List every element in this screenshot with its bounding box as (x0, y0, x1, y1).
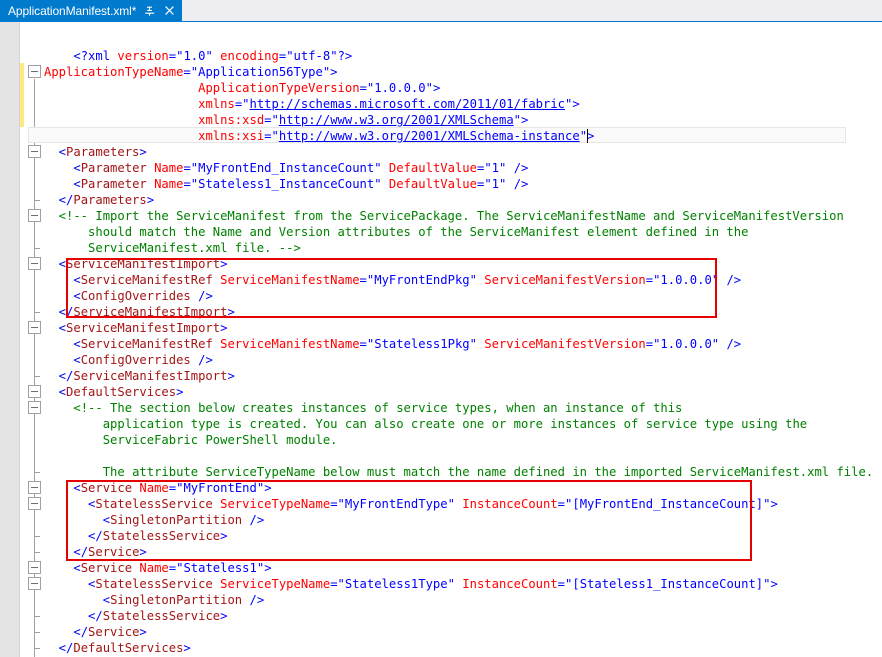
pin-icon[interactable] (143, 4, 156, 17)
fold-collapse-icon[interactable] (28, 65, 41, 78)
code-line: <ServiceManifestImport> (59, 320, 228, 336)
fold-region-end-tick (34, 376, 40, 377)
close-icon[interactable] (163, 4, 176, 17)
code-line: </StatelessService> (88, 528, 227, 544)
code-line: <ServiceManifestRef ServiceManifestName=… (73, 336, 741, 352)
code-surface[interactable]: <?xml version="1.0" encoding="utf-8"?>Ap… (44, 22, 882, 657)
fold-collapse-icon[interactable] (28, 385, 41, 398)
code-line: <StatelessService ServiceTypeName="MyFro… (88, 496, 778, 512)
code-line: xmlns="http://schemas.microsoft.com/2011… (198, 96, 580, 112)
fold-region-line (34, 159, 35, 200)
fold-collapse-icon[interactable] (28, 209, 41, 222)
fold-collapse-icon[interactable] (28, 497, 41, 510)
code-line: </DefaultServices> (59, 640, 191, 656)
fold-region-line (34, 415, 35, 472)
code-line: ApplicationTypeVersion="1.0.0.0"> (198, 80, 440, 96)
fold-region-end-tick (34, 536, 40, 537)
code-line: <DefaultServices> (59, 384, 184, 400)
outlining-margin[interactable] (26, 22, 44, 657)
text-caret (587, 129, 588, 143)
code-line: <SingletonPartition /> (103, 512, 264, 528)
code-line: application type is created. You can als… (103, 416, 807, 432)
code-line: <!-- Import the ServiceManifest from the… (59, 208, 844, 224)
code-line: should match the Name and Version attrib… (88, 224, 748, 240)
code-line: ApplicationTypeName="Application56Type"> (44, 64, 338, 80)
selection-margin (0, 22, 20, 657)
code-line: <ConfigOverrides /> (73, 352, 212, 368)
fold-collapse-icon[interactable] (28, 257, 41, 270)
code-line: <StatelessService ServiceTypeName="State… (88, 576, 778, 592)
code-line: The attribute ServiceTypeName below must… (103, 464, 882, 480)
code-line: </ServiceManifestImport> (59, 304, 235, 320)
fold-collapse-icon[interactable] (28, 577, 41, 590)
fold-region-line (34, 271, 35, 312)
code-line: <ConfigOverrides /> (73, 288, 212, 304)
xml-code-editor[interactable]: <?xml version="1.0" encoding="utf-8"?>Ap… (0, 22, 882, 657)
code-line: <Parameter Name="Stateless1_InstanceCoun… (73, 176, 528, 192)
fold-region-line (34, 591, 35, 616)
code-line: xmlns:xsd="http://www.w3.org/2001/XMLSch… (198, 112, 528, 128)
fold-region-end-tick (34, 312, 40, 313)
fold-region-end-tick (34, 648, 40, 649)
code-line: <Service Name="Stateless1"> (73, 560, 271, 576)
fold-collapse-icon[interactable] (28, 401, 41, 414)
fold-region-end-tick (34, 552, 40, 553)
fold-region-line (34, 335, 35, 376)
code-line: xmlns:xsi="http://www.w3.org/2001/XMLSch… (198, 128, 594, 144)
fold-region-end-tick (34, 248, 40, 249)
code-line: </Service> (73, 624, 146, 640)
fold-collapse-icon[interactable] (28, 561, 41, 574)
fold-region-line (34, 223, 35, 248)
code-line: </Parameters> (59, 192, 154, 208)
fold-collapse-icon[interactable] (28, 145, 41, 158)
fold-region-end-tick (34, 200, 40, 201)
code-line: ServiceManifest.xml file. --> (88, 240, 301, 256)
code-line: <Parameter Name="MyFrontEnd_InstanceCoun… (73, 160, 528, 176)
tab-title: ApplicationManifest.xml* (8, 4, 136, 18)
code-line: <Parameters> (59, 144, 147, 160)
code-line: <ServiceManifestImport> (59, 256, 228, 272)
code-line: ServiceFabric PowerShell module. (103, 432, 338, 448)
code-line: <?xml version="1.0" encoding="utf-8"?> (73, 48, 352, 64)
code-line: </Service> (73, 544, 146, 560)
fold-region-line (34, 511, 35, 536)
code-line: <!-- The section below creates instances… (73, 400, 682, 416)
code-line: </ServiceManifestImport> (59, 368, 235, 384)
fold-region-end-tick (34, 616, 40, 617)
fold-collapse-icon[interactable] (28, 481, 41, 494)
tab-application-manifest-xml[interactable]: ApplicationManifest.xml* (0, 0, 182, 21)
fold-collapse-icon[interactable] (28, 321, 41, 334)
editor-tab-strip: ApplicationManifest.xml* (0, 0, 882, 22)
code-line: <Service Name="MyFrontEnd"> (73, 480, 271, 496)
unsaved-change-bar (20, 63, 24, 127)
code-line: <SingletonPartition /> (103, 592, 264, 608)
code-line: <ServiceManifestRef ServiceManifestName=… (73, 272, 741, 288)
code-line: </StatelessService> (88, 608, 227, 624)
fold-region-end-tick (34, 472, 40, 473)
fold-region-end-tick (34, 632, 40, 633)
